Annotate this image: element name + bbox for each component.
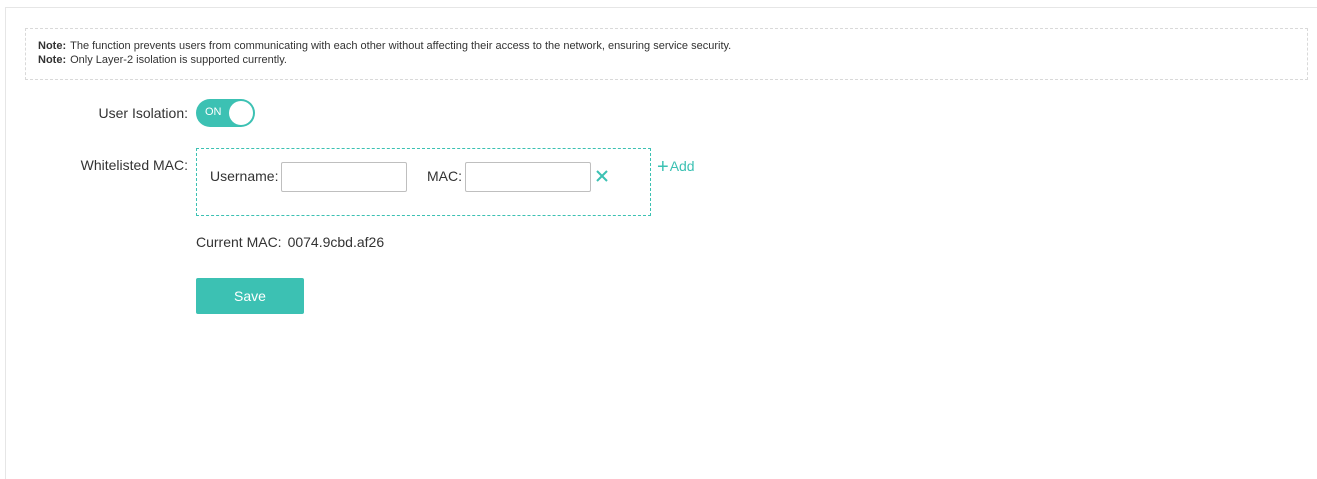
note-tag: Note: (38, 40, 67, 52)
current-mac-row: Current MAC: 0074.9cbd.af26 (196, 234, 384, 250)
username-label: Username: (210, 168, 279, 184)
plus-icon: + (657, 156, 669, 178)
add-whitelist-button[interactable]: +Add (657, 156, 695, 179)
toggle-knob (229, 101, 253, 125)
close-icon[interactable] (595, 169, 609, 183)
current-mac-value: 0074.9cbd.af26 (287, 234, 385, 250)
username-input[interactable] (281, 162, 407, 192)
mac-label: MAC: (427, 168, 462, 184)
notes-panel: Note: The function prevents users from co… (25, 28, 1308, 80)
note-text: Only Layer-2 isolation is supported curr… (70, 54, 287, 66)
whitelisted-mac-label: Whitelisted MAC: (80, 157, 188, 173)
mac-input[interactable] (465, 162, 591, 192)
toggle-state-text: ON (205, 106, 222, 118)
current-mac-label: Current MAC: (196, 234, 282, 250)
user-isolation-toggle[interactable]: ON (196, 99, 255, 127)
note-line: Note: The function prevents users from co… (38, 39, 1307, 53)
note-tag: Note: (38, 54, 67, 66)
note-text: The function prevents users from communi… (70, 40, 732, 52)
save-button[interactable]: Save (196, 278, 304, 314)
add-label: Add (669, 158, 695, 174)
note-line: Note: Only Layer-2 isolation is supported… (38, 53, 1307, 67)
user-isolation-label: User Isolation: (98, 105, 188, 121)
